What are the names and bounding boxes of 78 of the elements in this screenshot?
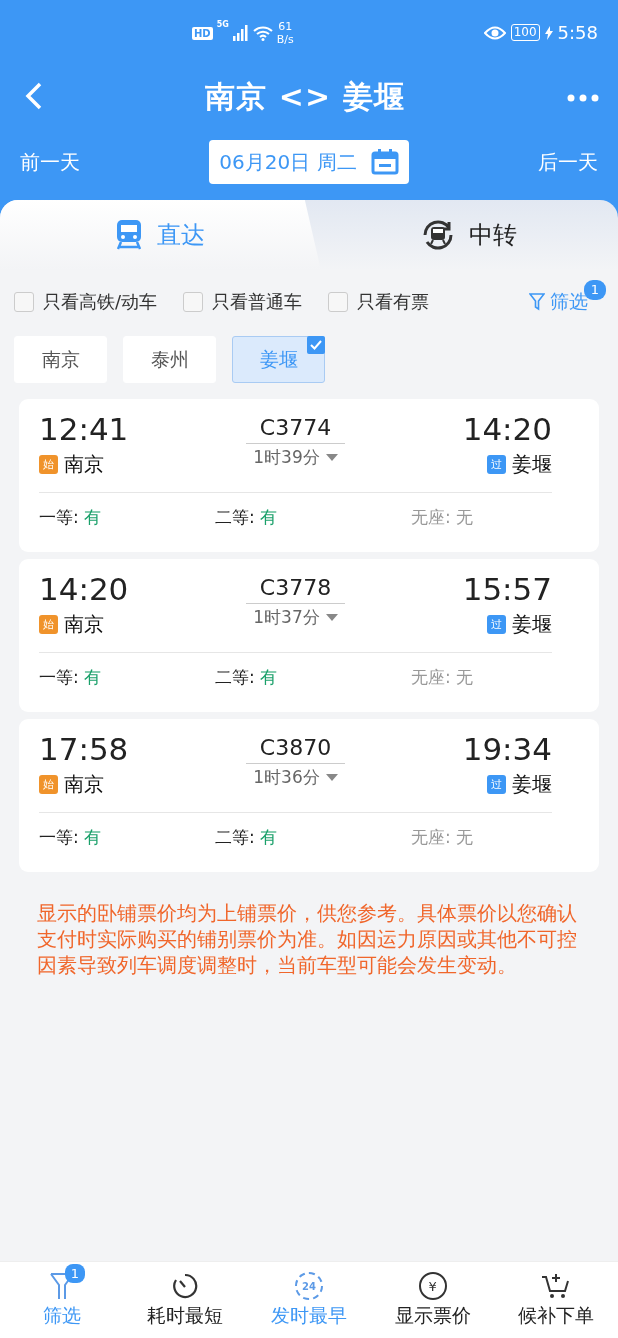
seat-class: 无座: [411,667,451,687]
nav-item[interactable]: ¥ 显示票价 [370,1262,495,1338]
arrival-time: 14:20 [461,411,552,447]
route-title: 南京 <> 姜堰 [205,78,405,116]
duration: 1时37分 [253,606,320,629]
departure-time: 12:41 [39,411,130,447]
seat-availability: 有 [84,667,102,687]
station-tag: 始 [39,455,58,474]
network-label: 5G [216,20,229,29]
speed-unit: B/s [276,33,294,46]
filter-checkbox[interactable]: 只看有票 [328,290,430,314]
eye-icon [483,25,506,40]
hd-indicator: HD [192,26,213,40]
caret-icon[interactable] [325,614,338,621]
station-tag: 过 [487,615,506,634]
checkbox[interactable] [183,292,204,312]
seat-class: 一等: [39,507,79,527]
arrival-station: 姜堰 [512,611,552,638]
count-badge: 1 [65,1264,85,1283]
train-number: C3870 [245,735,346,764]
clock-time: 5:58 [557,22,598,43]
duration: 1时36分 [253,766,320,789]
filter-checkbox[interactable]: 只看普通车 [183,290,303,314]
station-tag: 过 [487,455,506,474]
timer-icon [172,1273,199,1299]
station-chip[interactable]: 泰州 [123,336,216,383]
checkbox[interactable] [14,292,34,312]
signal-icon [232,25,249,41]
nav-item[interactable]: 耗时最短 [123,1262,248,1338]
station-tag: 始 [39,615,58,634]
battery-level: 100 [510,24,540,41]
departure-station: 南京 [64,771,104,798]
departure-time: 14:20 [39,571,130,607]
filter-checkbox[interactable]: 只看高铁/动车 [14,290,158,314]
seat-availability: 有 [260,667,278,687]
caret-icon[interactable] [325,774,338,781]
arrival-time: 15:57 [461,571,552,607]
checkmark-icon [307,336,325,354]
checkbox[interactable] [328,292,349,312]
seat-availability: 无 [456,507,474,527]
seat-class: 一等: [39,827,79,847]
filter-icon [529,293,545,311]
seat-class: 无座: [411,827,451,847]
wifi-icon [252,25,273,41]
clock-icon: 24 [295,1272,323,1300]
seat-availability: 无 [456,667,474,687]
arrival-time: 19:34 [461,731,552,767]
arrival-station: 姜堰 [512,451,552,478]
seat-class: 二等: [215,507,255,527]
duration: 1时39分 [253,446,320,469]
station-tag: 过 [487,775,506,794]
seat-class: 二等: [215,667,255,687]
seat-class: 一等: [39,667,79,687]
arrival-station: 姜堰 [512,771,552,798]
speed-value: 61 [278,20,293,33]
cart-icon [541,1272,572,1300]
yen-icon: ¥ [418,1272,447,1300]
seat-availability: 无 [456,827,474,847]
seat-availability: 有 [84,507,102,527]
notice-text: 显示的卧铺票价均为上铺票价，供您参考。具体票价以您确认支付时实际购买的铺别票价为准。如因运力原因或其他不可控因素导致列车调度调整时，当前车型可能会发生变动。 [37,900,578,978]
seat-availability: 有 [260,827,278,847]
seat-class: 二等: [215,827,255,847]
train-icon [115,220,144,250]
departure-station: 南京 [64,451,104,478]
departure-time: 17:58 [39,731,130,767]
seat-class: 无座: [411,507,451,527]
calendar-icon [370,149,399,175]
departure-station: 南京 [64,611,104,638]
nav-item[interactable]: 候补下单 [494,1262,618,1338]
station-tag: 始 [39,775,58,794]
train-number: C3774 [245,415,346,444]
seat-availability: 有 [84,827,102,847]
caret-icon[interactable] [325,454,338,461]
train-number: C3778 [245,575,346,604]
charging-icon [544,25,553,40]
station-chip[interactable]: 南京 [14,336,107,383]
seat-availability: 有 [260,507,278,527]
tab[interactable]: 中转 [320,200,618,270]
